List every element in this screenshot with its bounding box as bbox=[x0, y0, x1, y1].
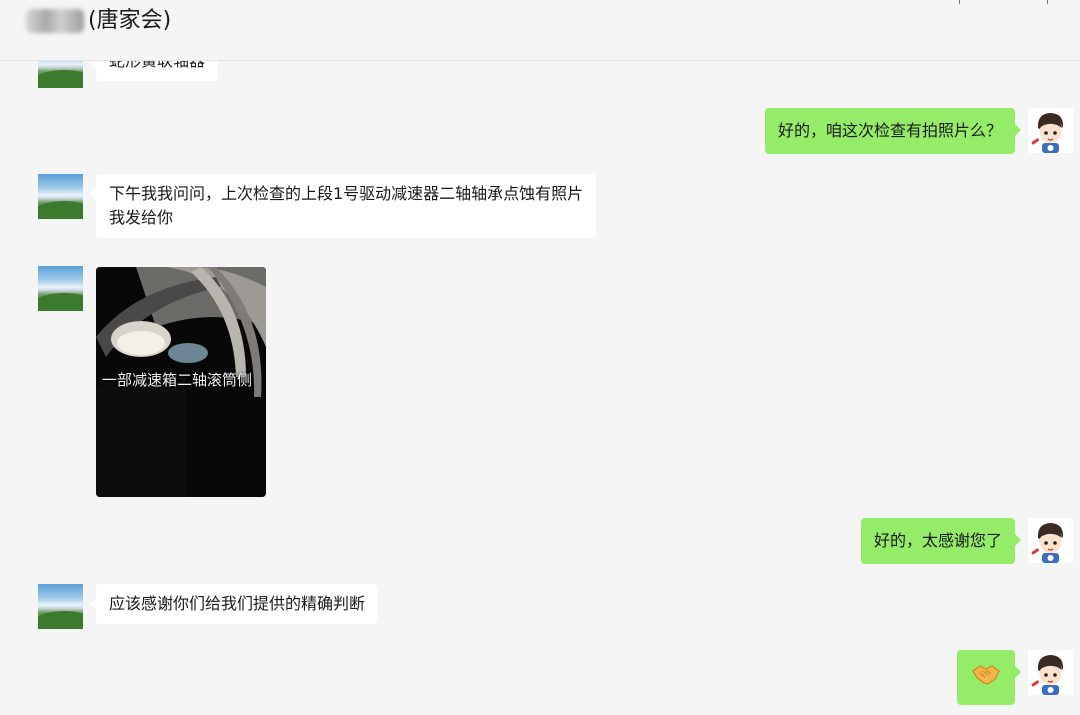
contact-avatar[interactable] bbox=[38, 266, 83, 311]
contact-avatar[interactable] bbox=[38, 584, 83, 629]
cartoon-boy-avatar-icon bbox=[1028, 108, 1073, 153]
blurred-contact-name bbox=[26, 9, 84, 33]
contact-avatar[interactable] bbox=[38, 174, 83, 219]
message-list[interactable]: 蛇形簧联轴器 好的，咱这次检查有拍照片么？ 下午我我问问，上次检查的上段1号驱动… bbox=[0, 61, 1080, 715]
window-control-divider bbox=[959, 0, 960, 4]
message-bubble-outgoing[interactable]: 好的，咱这次检查有拍照片么？ bbox=[764, 108, 1022, 154]
handshake-emoji-icon bbox=[972, 665, 1000, 685]
image-caption: 一部减速箱二轴滚筒侧 bbox=[102, 371, 253, 389]
self-avatar[interactable] bbox=[1028, 518, 1073, 563]
message-bubble-incoming[interactable]: 蛇形簧联轴器 bbox=[89, 61, 219, 81]
message-bubble-incoming[interactable]: 应该感谢你们给我们提供的精确判断 bbox=[89, 584, 379, 624]
self-avatar[interactable] bbox=[1028, 650, 1073, 695]
message-bubble-incoming[interactable]: 下午我我问问，上次检查的上段1号驱动减速器二轴轴承点蚀有照片 我发给你 bbox=[89, 174, 597, 238]
cartoon-boy-avatar-icon bbox=[1028, 650, 1073, 695]
cartoon-boy-avatar-icon bbox=[1028, 518, 1073, 563]
self-avatar[interactable] bbox=[1028, 108, 1073, 153]
message-image[interactable]: 一部减速箱二轴滚筒侧 bbox=[96, 267, 266, 497]
chat-header: (唐家会) bbox=[0, 0, 1080, 61]
message-bubble-outgoing[interactable]: 好的，太感谢您了 bbox=[860, 518, 1022, 564]
window-control-divider bbox=[1047, 0, 1048, 4]
chat-title: (唐家会) bbox=[88, 8, 172, 33]
contact-avatar[interactable] bbox=[38, 61, 83, 88]
message-bubble-outgoing[interactable] bbox=[957, 650, 1021, 705]
